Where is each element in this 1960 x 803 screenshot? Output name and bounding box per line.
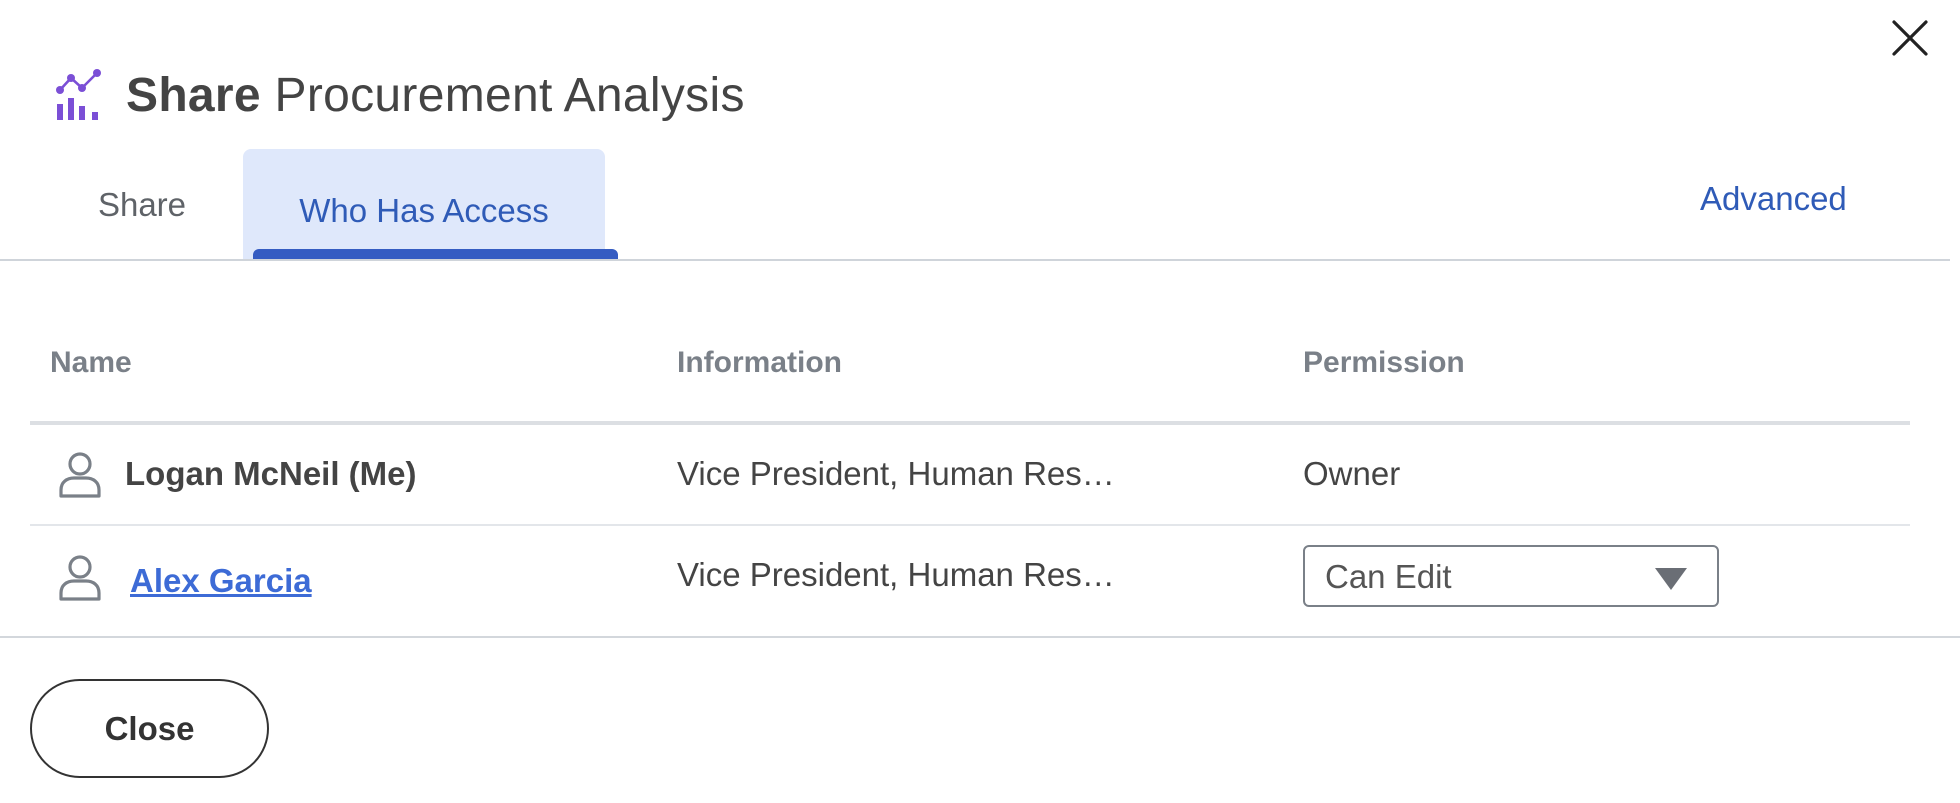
active-tab-indicator: [253, 249, 618, 259]
dialog-header: Share Procurement Analysis: [54, 62, 745, 128]
person-icon: [59, 555, 101, 601]
user-name: Logan McNeil (Me): [125, 455, 417, 492]
permission-owner: Owner: [1303, 455, 1401, 492]
column-header-permission: Permission: [1303, 346, 1465, 379]
column-header-name: Name: [50, 346, 132, 379]
tab-share[interactable]: Share: [75, 170, 209, 240]
tabs-divider: [0, 259, 1950, 261]
advanced-link[interactable]: Advanced: [1700, 180, 1847, 218]
user-information: Vice President, Human Res…: [677, 455, 1115, 492]
title-action: Share: [126, 68, 261, 122]
permission-dropdown-value: Can Edit: [1325, 558, 1452, 595]
column-header-information: Information: [677, 346, 842, 379]
permission-dropdown[interactable]: Can Edit: [1303, 545, 1719, 607]
close-button[interactable]: Close: [30, 679, 269, 778]
user-information: Vice President, Human Res…: [677, 556, 1115, 593]
person-icon: [59, 452, 101, 498]
title-subject: Procurement Analysis: [260, 68, 745, 122]
tab-who-has-access-label: Who Has Access: [299, 191, 549, 229]
user-name-link[interactable]: Alex Garcia: [130, 562, 312, 600]
tab-share-label: Share: [97, 186, 187, 223]
tab-who-has-access[interactable]: Who Has Access: [243, 149, 605, 260]
row-divider: [30, 524, 1910, 526]
close-icon[interactable]: [1888, 16, 1932, 60]
chart-analysis-icon: [56, 69, 101, 120]
page-title: Share Procurement Analysis: [126, 68, 745, 123]
share-dialog: Share Procurement Analysis Share Who Has…: [0, 0, 1960, 803]
caret-down-icon: [1655, 568, 1687, 590]
table-bottom-divider: [0, 636, 1960, 638]
table-header-divider: [30, 421, 1910, 425]
